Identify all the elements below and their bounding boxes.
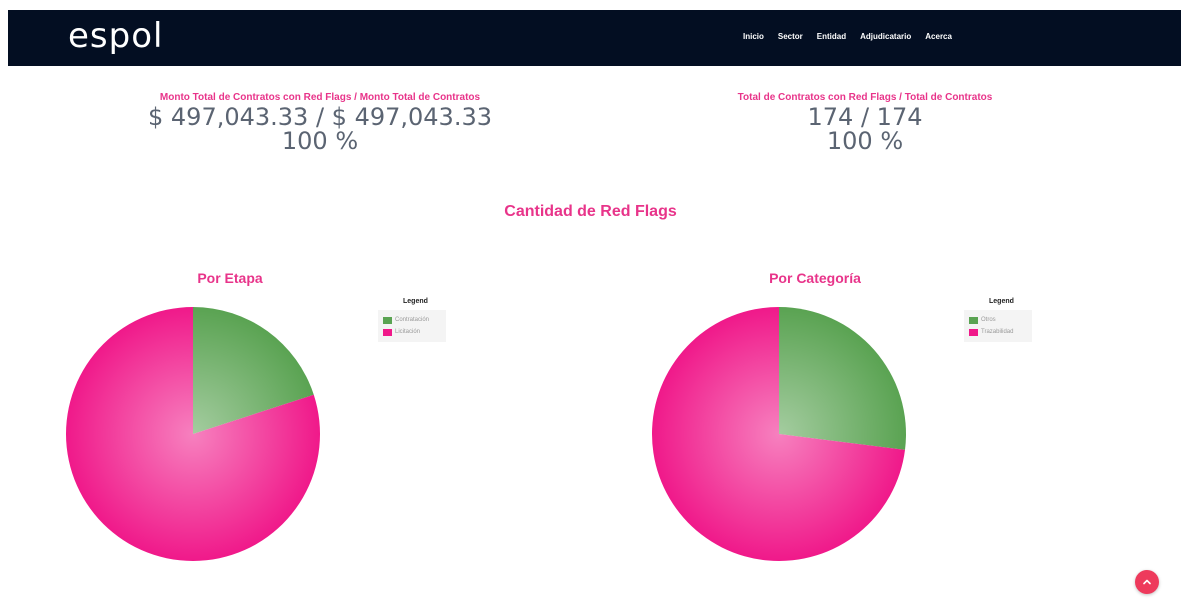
stat-total-label: Total de Contratos con Red Flags / Total… (737, 92, 993, 103)
legend-item-contratacion[interactable]: Contratación (383, 314, 441, 326)
brand-logo[interactable]: espol (68, 16, 163, 56)
stat-total: Total de Contratos con Red Flags / Total… (710, 92, 1020, 153)
legend-swatch (383, 328, 392, 336)
stat-monto-label: Monto Total de Contratos con Red Flags /… (159, 92, 481, 103)
legend-item-trazabilidad[interactable]: Trazabilidad (969, 326, 1027, 338)
chart-title-categoria: Por Categoría (769, 270, 861, 286)
nav-link-entidad[interactable]: Entidad (817, 32, 846, 41)
nav-links: Inicio Sector Entidad Adjudicatario Acer… (743, 32, 952, 41)
legend-swatch (969, 316, 978, 324)
stat-total-value: 174 / 174 (807, 103, 923, 131)
legend-swatch (969, 328, 978, 336)
legend-categoria: Otros Trazabilidad (964, 310, 1032, 342)
navbar: espol Inicio Sector Entidad Adjudicatari… (8, 10, 1181, 66)
pie-slice-otros[interactable] (779, 307, 906, 450)
top-gap (0, 0, 1181, 10)
legend-label: Licitación (395, 329, 421, 335)
pie-chart-etapa (65, 307, 321, 561)
legend-title-categoria: Legend (989, 298, 1014, 305)
legend-label: Otros (981, 317, 996, 323)
legend-title-etapa: Legend (403, 298, 428, 305)
nav-link-inicio[interactable]: Inicio (743, 32, 764, 41)
legend-label: Trazabilidad (981, 329, 1014, 335)
scroll-top-button[interactable] (1135, 570, 1159, 594)
legend-swatch (383, 316, 392, 324)
stat-monto-value: $ 497,043.33 / $ 497,043.33 (148, 103, 492, 131)
stat-monto-percent: 100 % (281, 127, 359, 155)
nav-link-acerca[interactable]: Acerca (925, 32, 952, 41)
nav-link-adjudicatario[interactable]: Adjudicatario (860, 32, 911, 41)
legend-item-otros[interactable]: Otros (969, 314, 1027, 326)
stat-monto: Monto Total de Contratos con Red Flags /… (130, 92, 510, 153)
chevron-up-icon (1143, 579, 1151, 585)
section-title: Cantidad de Red Flags (504, 203, 677, 220)
chart-title-etapa: Por Etapa (197, 270, 263, 286)
legend-label: Contratación (395, 317, 430, 323)
legend-item-licitacion[interactable]: Licitación (383, 326, 441, 338)
stat-total-percent: 100 % (826, 127, 904, 155)
pie-chart-categoria (652, 307, 906, 561)
nav-link-sector[interactable]: Sector (778, 32, 803, 41)
legend-etapa: Contratación Licitación (378, 310, 446, 342)
